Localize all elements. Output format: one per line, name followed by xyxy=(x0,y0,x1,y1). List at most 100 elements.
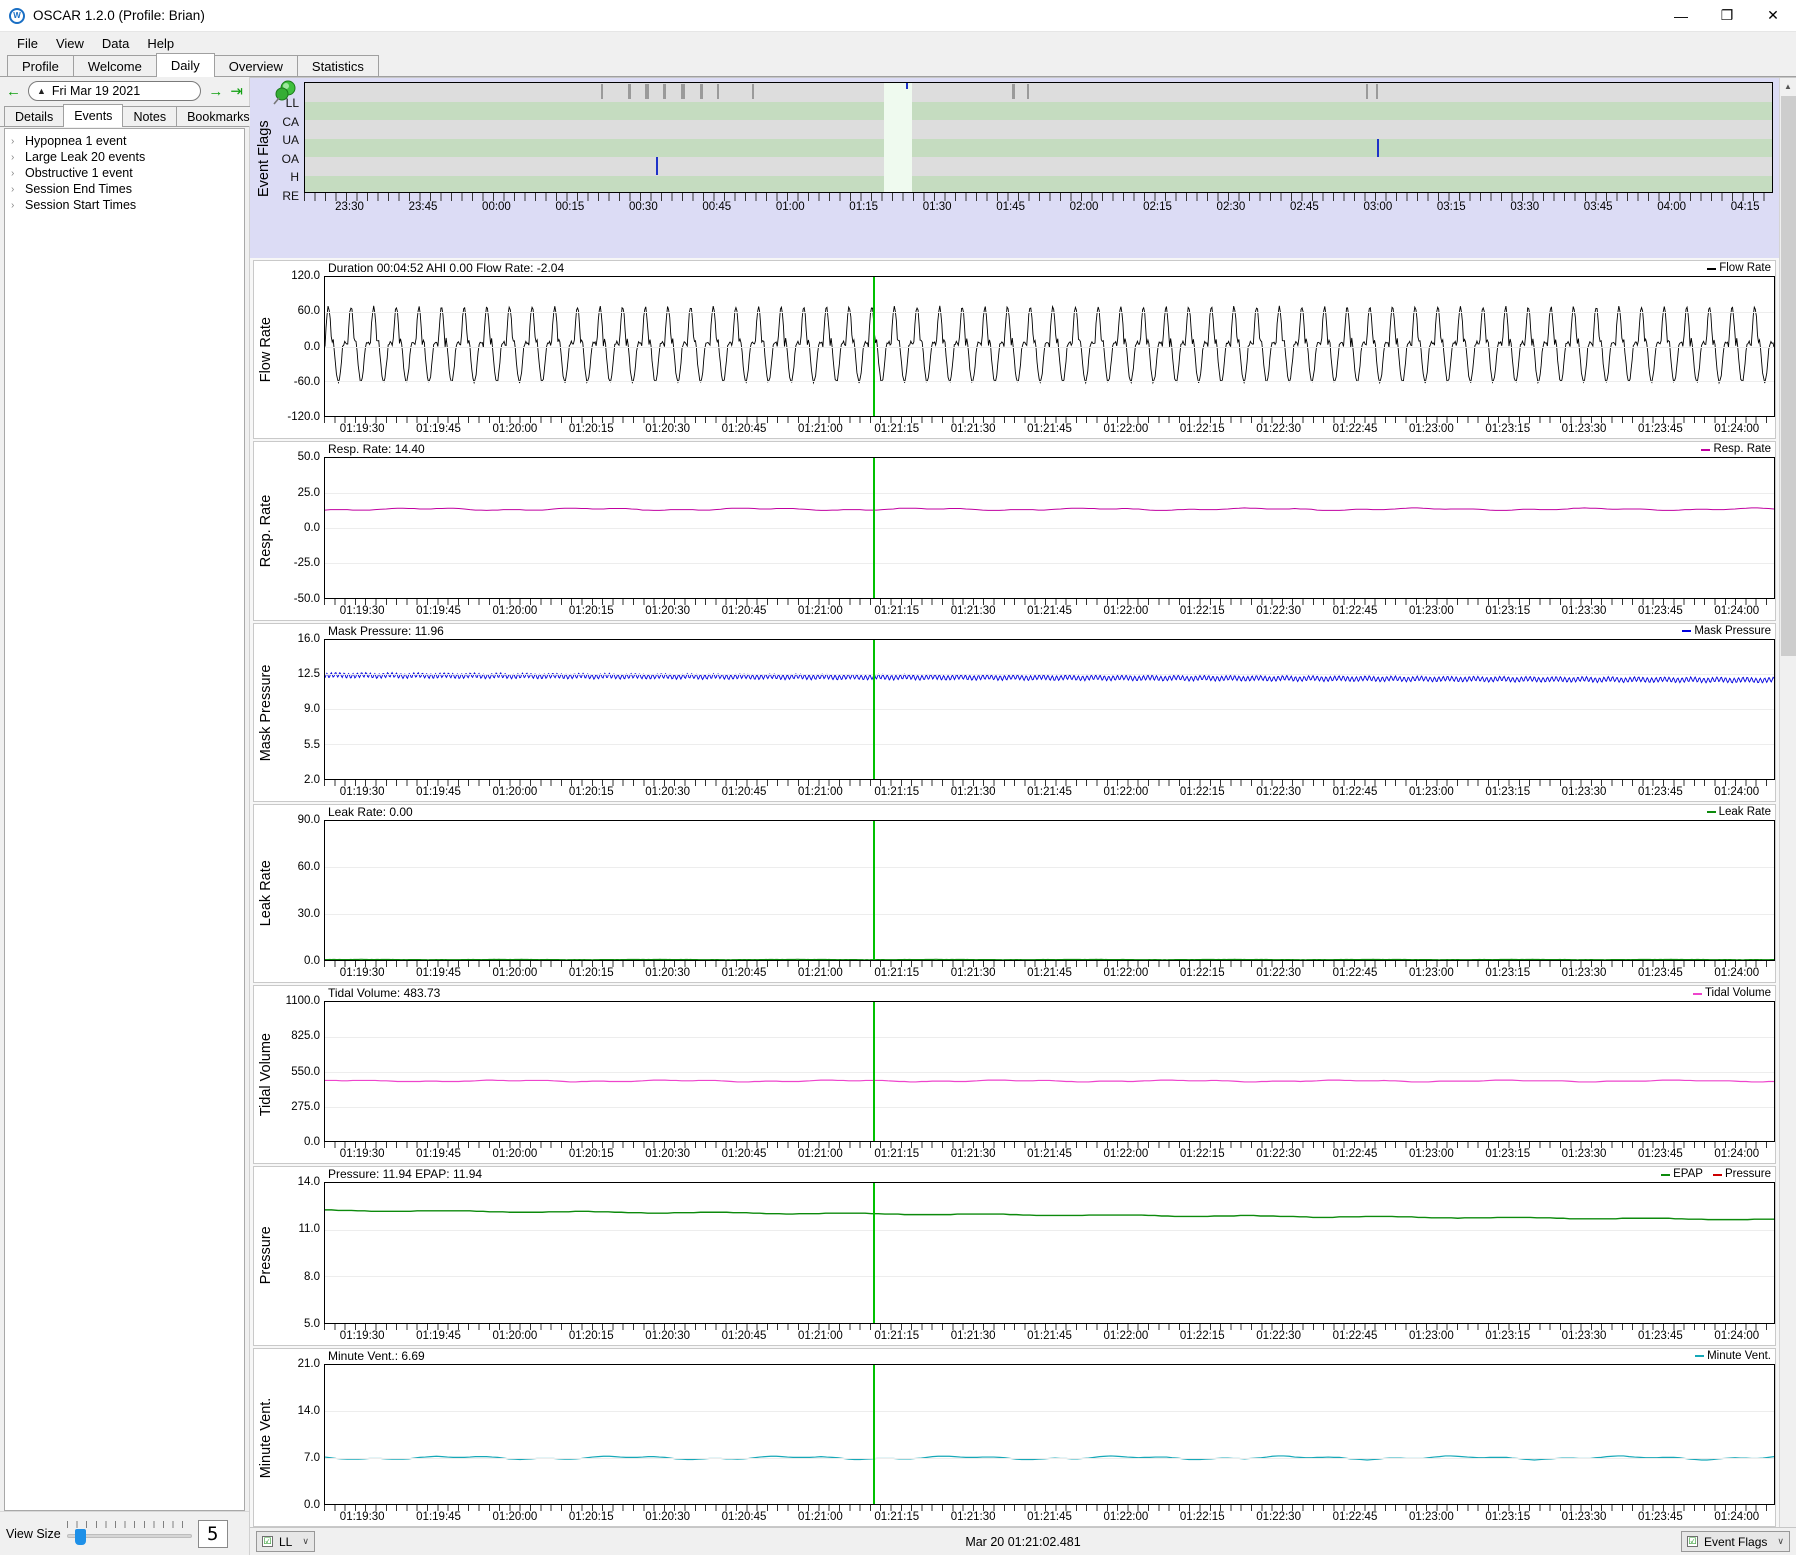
tab-details[interactable]: Details xyxy=(4,106,65,126)
legend-color-swatch xyxy=(1682,630,1692,633)
ev-x-tick-label: 01:30 xyxy=(922,201,952,213)
x-tick-label: 01:21:45 xyxy=(1027,1510,1072,1523)
tab-events[interactable]: Events xyxy=(63,104,124,127)
chart-plot-area[interactable] xyxy=(324,819,1775,962)
tab-bookmarks[interactable]: Bookmarks xyxy=(176,106,261,126)
tab-overview[interactable]: Overview xyxy=(213,55,298,76)
gridline xyxy=(325,744,1774,746)
chart-plot-area[interactable] xyxy=(324,1363,1775,1505)
menu-view[interactable]: View xyxy=(47,34,93,53)
scrollbar-thumb[interactable] xyxy=(1781,96,1796,656)
list-item[interactable]: › Session End Times xyxy=(5,181,244,197)
x-tick-label: 01:21:45 xyxy=(1027,785,1072,798)
chart-leak-rate[interactable]: Leak Rate 90.0 60.0 30.0 0.0 Leak Rate: 0.00 L… xyxy=(253,803,1776,984)
legend-item[interactable]: Tidal Volume xyxy=(1692,986,1771,1001)
legend-item[interactable]: Resp. Rate xyxy=(1701,442,1771,457)
list-item[interactable]: › Large Leak 20 events xyxy=(5,149,244,165)
graph-visibility-selector[interactable]: ☑ Event Flags ∨ xyxy=(1681,1531,1790,1552)
chart-flow-rate[interactable]: Flow Rate 120.0 60.0 0.0 -60.0 -120.0 Duration… xyxy=(253,260,1776,440)
x-tick-label: 01:20:30 xyxy=(645,785,691,798)
x-tick-label: 01:20:45 xyxy=(721,1329,767,1342)
chart-main: Resp. Rate: 14.40 Resp. Rate 01:19:30 01:19… xyxy=(324,442,1775,619)
list-item[interactable]: › Hypopnea 1 event xyxy=(5,133,244,149)
chevron-right-icon[interactable]: › xyxy=(11,168,25,179)
minimize-button[interactable]: — xyxy=(1658,0,1704,32)
checkbox-icon[interactable]: ☑ xyxy=(1687,1536,1699,1547)
chevron-down-icon[interactable]: ∨ xyxy=(302,1536,309,1547)
x-tick-label: 01:20:00 xyxy=(492,604,538,617)
events-tree[interactable]: › Hypopnea 1 event › Large Leak 20 event… xyxy=(4,128,245,1511)
event-type-selector[interactable]: ☑ LL ∨ xyxy=(256,1531,315,1552)
chart-plot-area[interactable] xyxy=(324,457,1775,599)
chevron-right-icon[interactable]: › xyxy=(11,184,25,195)
chevron-right-icon[interactable]: › xyxy=(11,136,25,147)
chart-x-axis: 01:19:30 01:19:45 01:20:00 01:20:15 01:20:30… xyxy=(324,1323,1775,1345)
chart-pressure[interactable]: Pressure 14.0 11.0 8.0 5.0 Pressure: 11.94 EP… xyxy=(253,1166,1776,1346)
legend-item[interactable]: EPAP xyxy=(1661,1167,1703,1182)
chart-plot-area[interactable] xyxy=(324,1001,1775,1143)
next-day-button[interactable]: → xyxy=(208,84,223,99)
legend-item[interactable]: Leak Rate xyxy=(1706,805,1771,820)
slider-handle[interactable] xyxy=(74,1528,86,1545)
last-day-button[interactable]: ⇥ xyxy=(230,84,243,99)
maximize-button[interactable]: ❐ xyxy=(1704,0,1750,32)
x-tick-label: 01:23:15 xyxy=(1485,604,1531,617)
chart-x-axis: 01:19:30 01:19:45 01:20:00 01:20:15 01:20:30… xyxy=(324,598,1775,620)
pushpin-icon[interactable] xyxy=(272,80,298,106)
legend-item[interactable]: Flow Rate xyxy=(1707,261,1771,276)
view-size-value[interactable]: 5 xyxy=(197,1519,228,1548)
prev-day-button[interactable]: ← xyxy=(6,84,21,99)
event-flags-graph[interactable]: Event Flags LL CA UA OA H RE 23:30 23:45… xyxy=(250,78,1779,258)
y-tick-label: 0.0 xyxy=(304,955,320,968)
event-flags-plot[interactable] xyxy=(304,82,1773,193)
x-tick-label: 01:20:30 xyxy=(645,1148,691,1161)
right-panel: Event Flags LL CA UA OA H RE 23:30 23:45… xyxy=(250,77,1796,1555)
vertical-scrollbar[interactable]: ▲ xyxy=(1779,78,1796,1527)
checkbox-icon[interactable]: ☑ xyxy=(262,1536,273,1547)
view-size-slider[interactable] xyxy=(66,1520,192,1547)
legend-item[interactable]: Pressure xyxy=(1712,1167,1771,1182)
tab-welcome[interactable]: Welcome xyxy=(72,55,157,76)
list-item[interactable]: › Obstructive 1 event xyxy=(5,165,244,181)
x-tick-label: 01:22:30 xyxy=(1256,1510,1301,1523)
x-tick-label: 01:21:15 xyxy=(874,423,920,436)
close-button[interactable]: ✕ xyxy=(1750,0,1796,32)
menu-data[interactable]: Data xyxy=(93,34,138,53)
chart-legend: Minute Vent. xyxy=(1695,1349,1771,1364)
scroll-up-icon[interactable]: ▲ xyxy=(1779,78,1796,95)
chart-tidal-volume[interactable]: Tidal Volume 1100.0 825.0 550.0 275.0 0.0 Tida… xyxy=(253,985,1776,1165)
gridline xyxy=(325,1106,1774,1108)
y-tick-label: 16.0 xyxy=(297,632,320,645)
chart-y-title: Minute Vent. xyxy=(258,1397,274,1478)
y-tick-label: 1100.0 xyxy=(285,995,320,1008)
tab-profile[interactable]: Profile xyxy=(7,55,74,76)
tab-daily[interactable]: Daily xyxy=(155,53,215,77)
x-tick-label: 01:20:15 xyxy=(568,1329,614,1342)
chart-plot-area[interactable] xyxy=(324,276,1775,418)
chart-resp-rate[interactable]: Resp. Rate 50.0 25.0 0.0 -25.0 -50.0 Resp. Rat… xyxy=(253,441,1776,621)
legend-item[interactable]: Minute Vent. xyxy=(1695,1349,1771,1364)
chart-mask-pressure[interactable]: Mask Pressure 16.0 12.5 9.0 5.5 2.0 Mask Press… xyxy=(253,622,1776,802)
chevron-right-icon[interactable]: › xyxy=(11,152,25,163)
chevron-down-icon[interactable]: ∨ xyxy=(1777,1536,1784,1547)
menu-help[interactable]: Help xyxy=(138,34,183,53)
date-selector[interactable]: ▲ Fri Mar 19 2021 xyxy=(28,81,202,101)
y-tick-label: 550.0 xyxy=(291,1065,320,1078)
list-item[interactable]: › Session Start Times xyxy=(5,197,244,213)
menu-file[interactable]: File xyxy=(8,34,47,53)
x-tick-label: 01:24:00 xyxy=(1714,1510,1760,1523)
y-tick-label: 825.0 xyxy=(291,1030,320,1043)
ev-x-tick-label: 01:15 xyxy=(849,201,879,213)
tab-notes[interactable]: Notes xyxy=(122,106,178,126)
chart-plot-area[interactable] xyxy=(324,1182,1775,1324)
y-tick-label: 0.0 xyxy=(304,1498,320,1511)
chart-y-axis: 1100.0 825.0 550.0 275.0 0.0 xyxy=(278,986,324,1163)
chevron-right-icon[interactable]: › xyxy=(11,200,25,211)
tab-statistics[interactable]: Statistics xyxy=(296,55,379,76)
chart-minute-vent[interactable]: Minute Vent. 21.0 14.0 7.0 0.0 Minute Vent.: … xyxy=(253,1347,1776,1527)
x-tick-label: 01:23:15 xyxy=(1485,785,1531,798)
x-tick-label: 01:23:00 xyxy=(1408,1148,1454,1161)
x-tick-label: 01:21:00 xyxy=(798,1148,843,1161)
chart-plot-area[interactable] xyxy=(324,638,1775,780)
legend-item[interactable]: Mask Pressure xyxy=(1682,624,1771,639)
